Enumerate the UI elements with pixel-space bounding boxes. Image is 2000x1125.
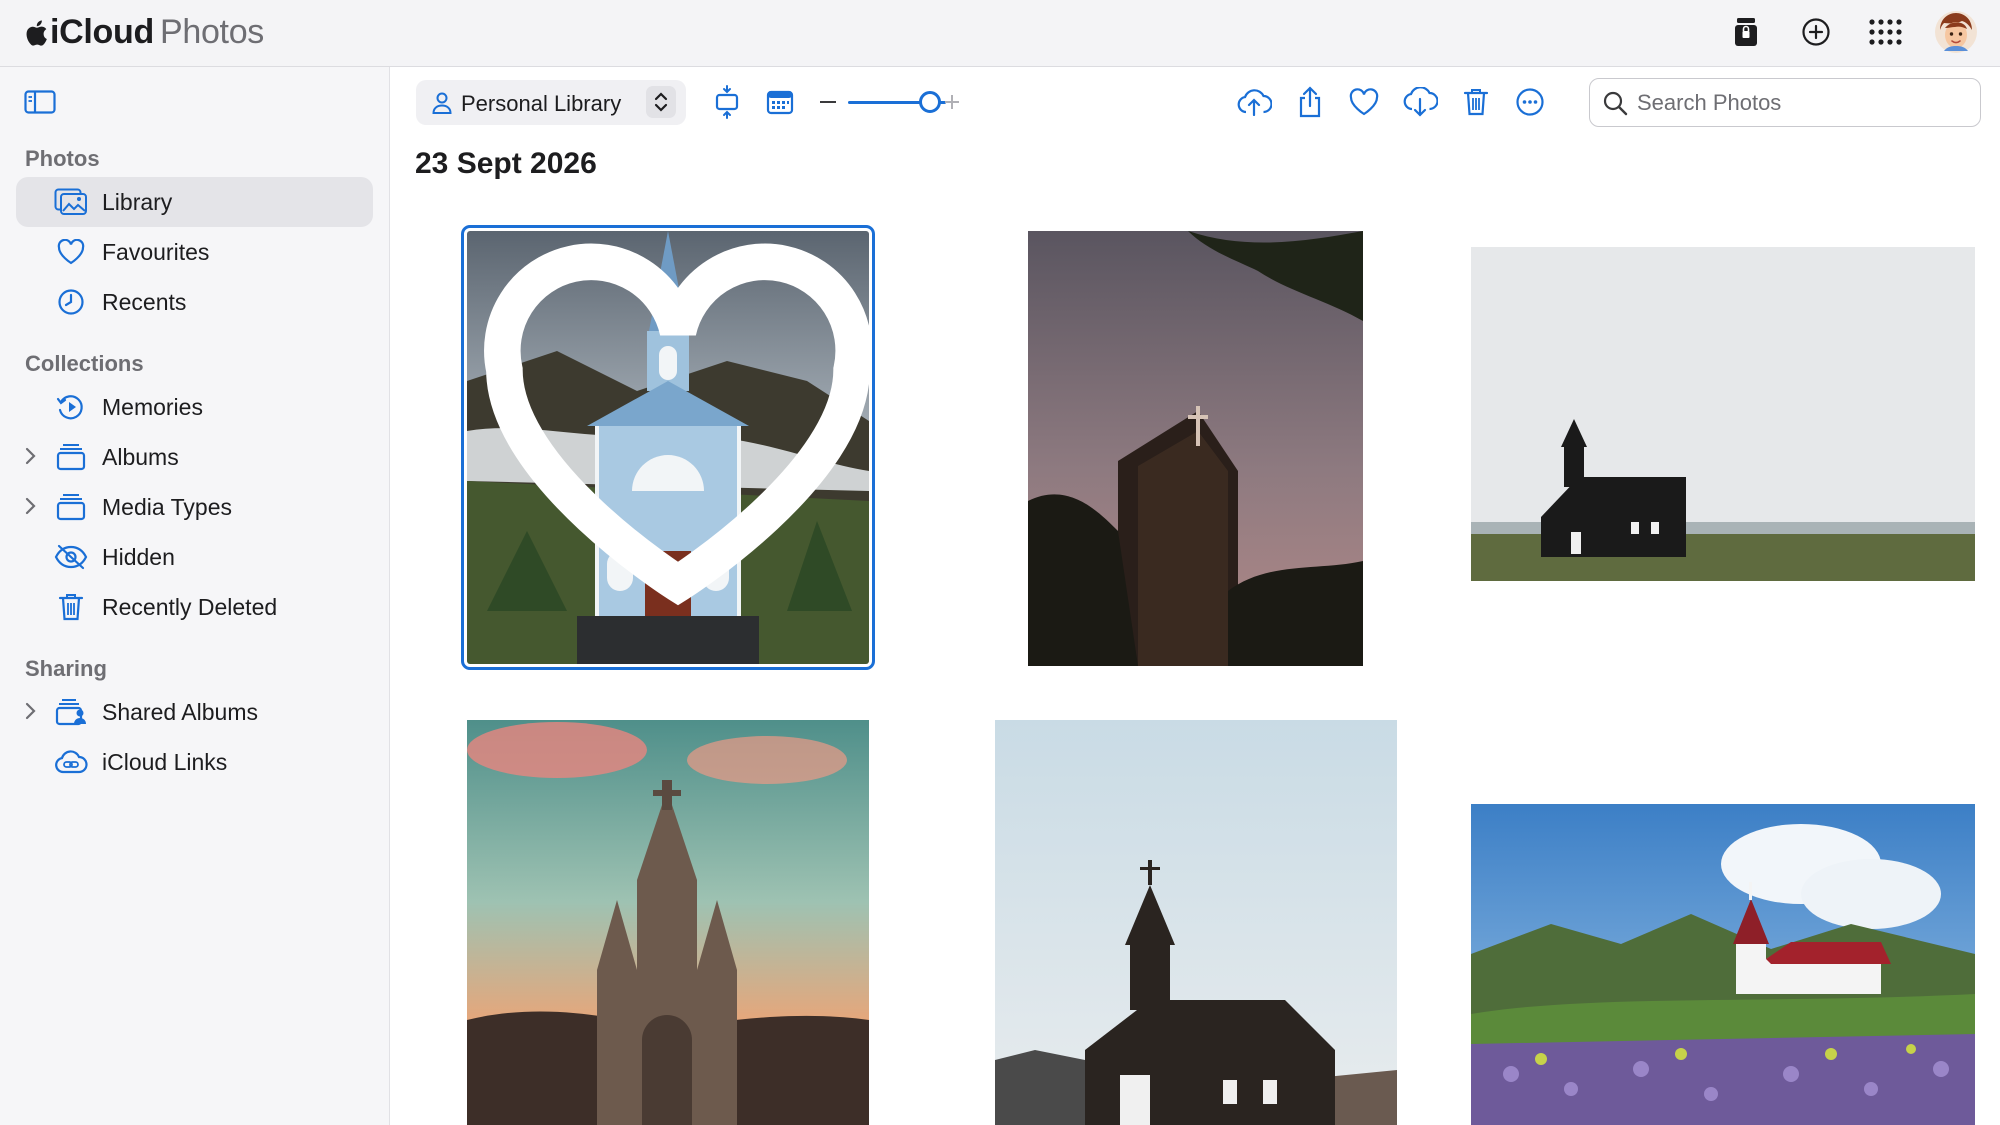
clock-icon	[54, 286, 88, 318]
sidebar-item-label: Favourites	[102, 239, 210, 265]
sidebar-item-label: iCloud Links	[102, 749, 228, 775]
photo-thumbnail[interactable]	[461, 225, 875, 670]
sidebar: Photos Library Favourites Recents Collec…	[0, 67, 390, 1125]
sidebar-item-recents[interactable]: Recents	[16, 277, 373, 327]
sidebar-item-recently-deleted[interactable]: Recently Deleted	[16, 582, 373, 632]
photo-dusk-church	[1028, 231, 1363, 666]
favourite-badge-icon	[484, 243, 869, 606]
fit-aspect-icon[interactable]	[707, 80, 747, 124]
apple-logo-icon	[26, 19, 47, 46]
favourite-icon[interactable]	[1344, 80, 1384, 124]
brand-name: iCloud	[50, 13, 154, 51]
zoom-slider-handle[interactable]	[919, 91, 941, 113]
date-heading: 23 Sept 2026	[415, 147, 597, 180]
shared-album-icon	[54, 696, 88, 728]
photo-black-church-field	[1471, 247, 1975, 581]
sidebar-item-hidden[interactable]: Hidden	[16, 532, 373, 582]
heart-icon	[54, 236, 88, 268]
share-icon[interactable]	[1290, 80, 1330, 124]
brand-product: Photos	[159, 13, 265, 51]
eye-slash-icon	[54, 541, 88, 573]
sidebar-item-label: Media Types	[102, 494, 232, 520]
sidebar-toggle-icon[interactable]	[24, 90, 56, 114]
photo-thumbnail[interactable]	[467, 720, 869, 1125]
search-input[interactable]	[1637, 88, 1967, 118]
app-grid-icon[interactable]	[1864, 10, 1908, 54]
avatar[interactable]	[1934, 10, 1978, 54]
chevron-right-icon[interactable]	[24, 701, 38, 721]
sidebar-item-favourites[interactable]: Favourites	[16, 227, 373, 277]
person-icon	[432, 92, 452, 114]
delete-icon[interactable]	[1456, 80, 1496, 124]
sidebar-item-albums[interactable]: Albums	[16, 432, 373, 482]
chevron-up-down-icon	[646, 86, 676, 118]
chevron-right-icon[interactable]	[24, 446, 38, 466]
chevron-right-icon[interactable]	[24, 496, 38, 516]
photo-thumbnail[interactable]	[995, 720, 1397, 1125]
sidebar-item-icloud-links[interactable]: iCloud Links	[16, 737, 373, 787]
section-sharing: Sharing	[25, 656, 107, 681]
zoom-slider[interactable]	[816, 86, 966, 120]
photo-thumbnail[interactable]	[1028, 231, 1363, 666]
sidebar-item-label: Library	[102, 189, 173, 215]
photo-gothic-cathedral	[467, 720, 869, 1125]
zoom-out-icon[interactable]	[820, 101, 836, 103]
download-icon[interactable]	[1400, 80, 1440, 124]
app-brand[interactable]: iCloud Photos	[24, 13, 264, 52]
album-icon	[54, 491, 88, 523]
library-selector-label: Personal Library	[461, 91, 622, 116]
trash-icon	[54, 591, 88, 623]
search-box[interactable]	[1589, 78, 1981, 127]
more-icon[interactable]	[1510, 80, 1550, 124]
library-icon	[54, 186, 88, 218]
cloud-link-icon	[54, 746, 88, 778]
sidebar-item-label: Hidden	[102, 544, 175, 570]
sidebar-item-label: Shared Albums	[102, 699, 258, 725]
search-icon	[1603, 91, 1628, 116]
sidebar-item-label: Recently Deleted	[102, 594, 278, 620]
sidebar-item-label: Memories	[102, 394, 203, 420]
icloud-drive-lock-icon[interactable]	[1724, 10, 1768, 54]
section-photos: Photos	[25, 146, 100, 171]
sidebar-item-label: Recents	[102, 289, 187, 315]
add-icon[interactable]	[1794, 10, 1838, 54]
sidebar-item-media-types[interactable]: Media Types	[16, 482, 373, 532]
memories-icon	[54, 391, 88, 423]
section-collections: Collections	[25, 351, 144, 376]
upload-icon[interactable]	[1234, 80, 1274, 124]
photo-white-church-lupins	[1471, 804, 1975, 1125]
photo-black-church-sky	[995, 720, 1397, 1125]
top-bar: iCloud Photos	[0, 0, 2000, 67]
sidebar-item-shared-albums[interactable]: Shared Albums	[16, 687, 373, 737]
library-selector[interactable]: Personal Library	[416, 80, 686, 125]
album-icon	[54, 441, 88, 473]
calendar-icon[interactable]	[760, 80, 800, 124]
photo-thumbnail[interactable]	[1471, 804, 1975, 1125]
sidebar-item-memories[interactable]: Memories	[16, 382, 373, 432]
photo-thumbnail[interactable]	[1471, 247, 1975, 581]
sidebar-item-label: Albums	[102, 444, 179, 470]
zoom-in-icon[interactable]	[944, 94, 960, 110]
sidebar-item-library[interactable]: Library	[16, 177, 373, 227]
